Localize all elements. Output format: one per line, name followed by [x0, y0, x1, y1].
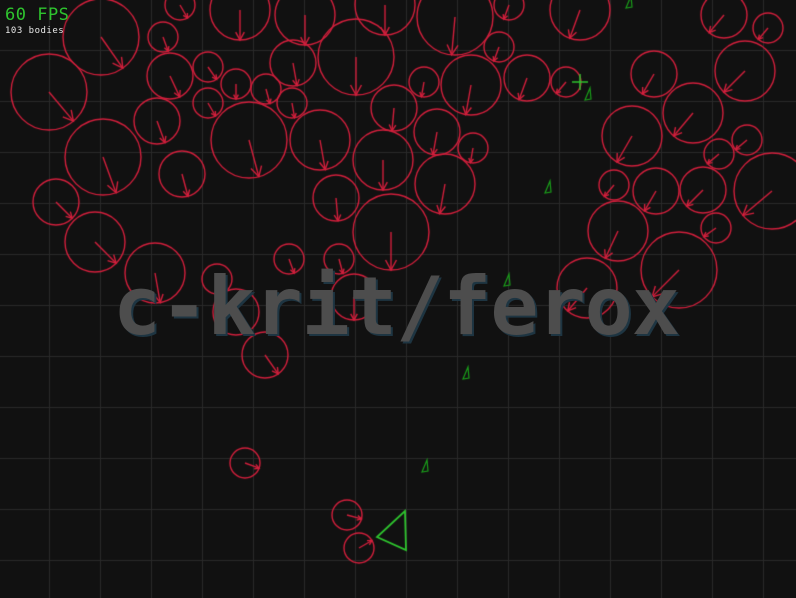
body-count: 103 bodies — [5, 26, 65, 36]
game-canvas[interactable] — [0, 0, 796, 598]
hud: 60 FPS 103 bodies — [5, 6, 69, 37]
fps-counter: 60 FPS — [5, 5, 70, 25]
